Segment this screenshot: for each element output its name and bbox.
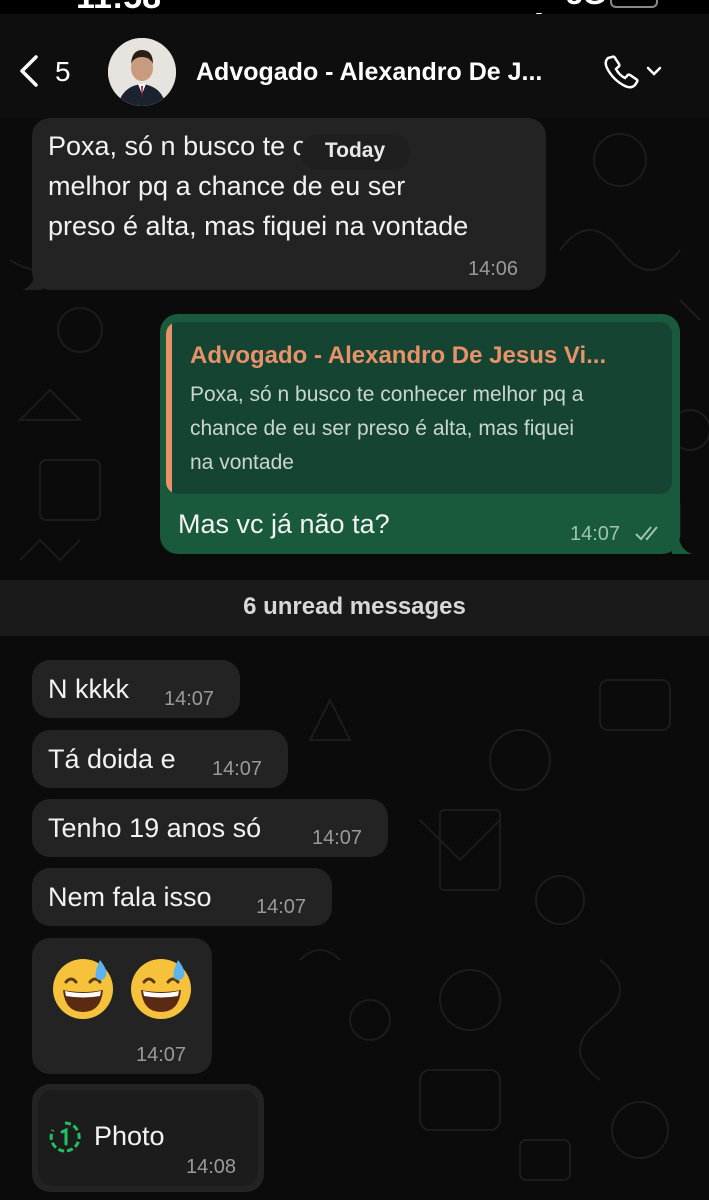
view-once-photo[interactable]: Photo 14:08 <box>38 1090 258 1186</box>
message-text: N kkkk <box>48 674 129 704</box>
quote-author: Advogado - Alexandro De Jesus Vi... <box>190 342 607 369</box>
photo-label: Photo <box>94 1121 165 1151</box>
message-bubble-incoming[interactable]: Poxa, só n busco te conhecer melhor pq a… <box>32 118 546 290</box>
message-text: Tá doida e <box>48 744 176 774</box>
double-check-icon <box>635 526 658 541</box>
signal-icon <box>518 0 552 36</box>
message-time: 14:07 <box>212 758 263 780</box>
view-once-1-icon <box>49 1121 81 1153</box>
message-text: Mas vc já não ta? <box>178 509 390 539</box>
battery-icon <box>610 0 658 8</box>
phone-icon[interactable] <box>600 52 670 92</box>
status-bar: 11:58 5G <box>0 0 709 36</box>
date-divider: Today <box>300 134 410 170</box>
message-text: Nem fala isso <box>48 882 212 912</box>
chevron-down-icon <box>646 66 662 76</box>
grinning-face-with-sweat-icon <box>53 959 113 1019</box>
message-time: 14:07 <box>136 1044 187 1066</box>
message-bubble-incoming[interactable]: Tenho 19 anos só 14:07 <box>32 799 388 857</box>
bubble-tail <box>22 270 42 290</box>
quote-accent-bar <box>166 322 172 494</box>
bubble-tail <box>672 534 692 554</box>
quote-line: na vontade <box>190 451 294 474</box>
unread-label: 6 unread messages <box>243 593 466 620</box>
message-time: 14:07 <box>256 896 307 918</box>
message-time: 14:07 <box>164 688 215 710</box>
date-label: Today <box>324 139 386 162</box>
message-time: 14:08 <box>186 1156 237 1178</box>
message-text: Tenho 19 anos só <box>48 813 262 843</box>
message-line: melhor pq a chance de eu ser <box>48 171 406 201</box>
unread-divider: 6 unread messages <box>0 580 709 636</box>
message-bubble-incoming[interactable]: Nem fala isso 14:07 <box>32 868 332 926</box>
message-line: preso é alta, mas fiquei na vontade <box>48 211 469 241</box>
avatar[interactable] <box>108 38 176 106</box>
message-time: 14:06 <box>468 258 519 280</box>
quote-line: Poxa, só n busco te conhecer melhor pq a <box>190 383 584 406</box>
back-chevron-icon[interactable] <box>14 54 44 88</box>
quoted-message[interactable]: Advogado - Alexandro De Jesus Vi... Poxa… <box>166 322 672 494</box>
grinning-face-with-sweat-icon <box>131 959 191 1019</box>
message-bubble-incoming[interactable]: N kkkk 14:07 <box>32 660 240 718</box>
quote-line: chance de eu ser preso é alta, mas fique… <box>190 417 575 440</box>
back-unread-count[interactable]: 5 <box>55 56 71 88</box>
message-time: 14:07 <box>570 523 621 545</box>
chat-header: 5 Advogado - Alexandro De J... <box>0 14 709 118</box>
quote-text: Poxa, só n busco te conhecer melhor pq a… <box>190 378 660 480</box>
message-bubble-incoming[interactable]: Tá doida e 14:07 <box>32 730 288 788</box>
network-label: 5G <box>566 0 606 12</box>
message-time: 14:07 <box>312 827 363 849</box>
contact-name[interactable]: Advogado - Alexandro De J... <box>196 58 542 87</box>
